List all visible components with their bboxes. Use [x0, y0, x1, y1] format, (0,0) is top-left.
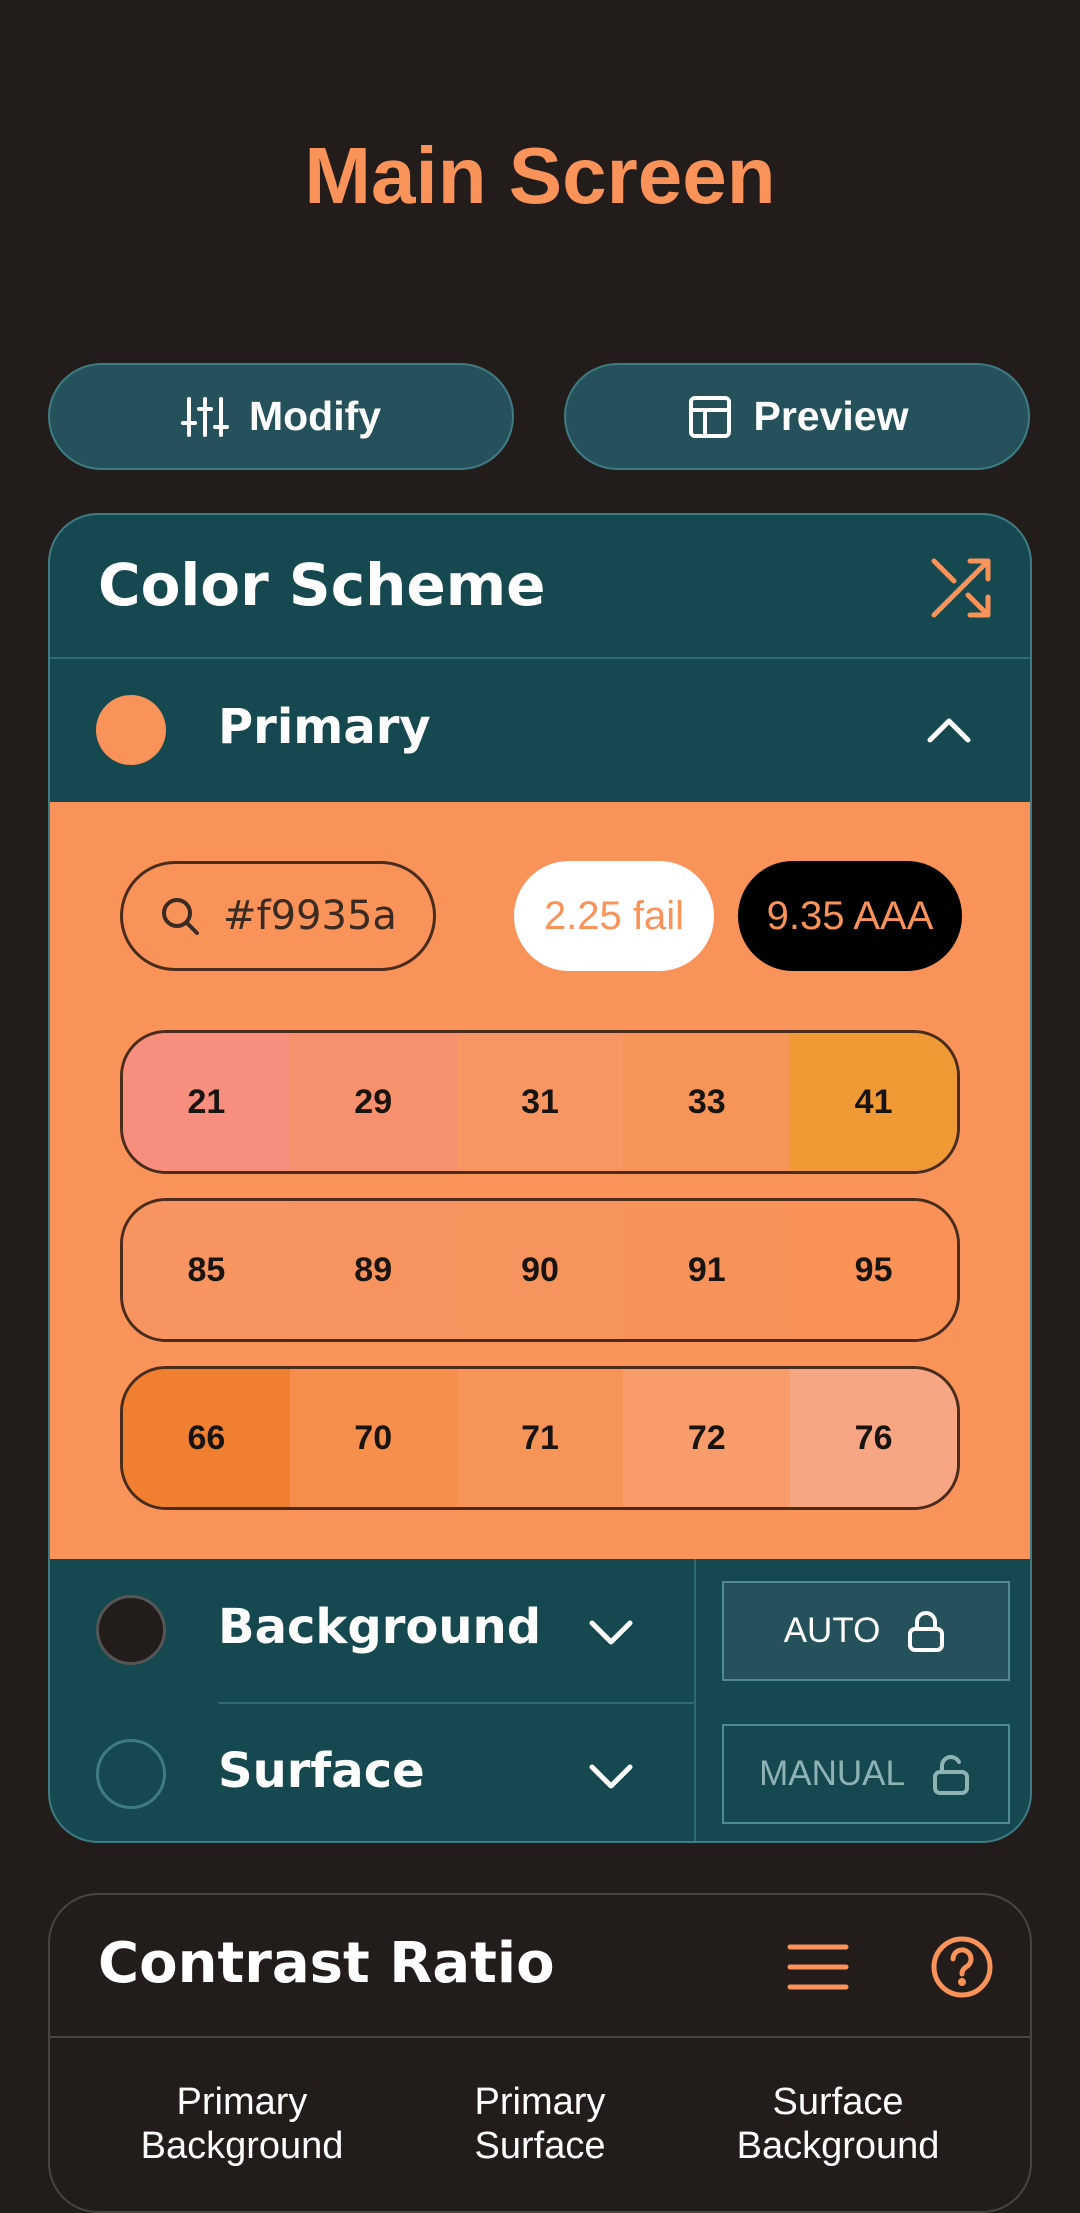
- hex-search-field[interactable]: #f9935a: [120, 861, 436, 971]
- tone-swatch[interactable]: 85: [123, 1201, 290, 1339]
- hex-value: #f9935a: [223, 893, 397, 939]
- primary-panel: #f9935a 2.25 fail 9.35 AAA 21 29 31 33 41 85…: [50, 802, 1030, 1559]
- background-auto-lock-button[interactable]: AUTO: [722, 1581, 1010, 1681]
- background-swatch: [96, 1595, 166, 1665]
- tone-swatch[interactable]: 66: [123, 1369, 290, 1507]
- tone-swatch[interactable]: 90: [456, 1201, 624, 1339]
- column-line1: Primary: [176, 2081, 308, 2123]
- color-scheme-header: Color Scheme: [50, 515, 1030, 659]
- surface-manual-lock-button[interactable]: MANUAL: [722, 1724, 1010, 1824]
- surface-swatch: [96, 1739, 166, 1809]
- chevron-down-icon[interactable]: [586, 1751, 636, 1801]
- contrast-column: Primary Surface: [410, 2080, 670, 2168]
- lock-icon: [908, 1611, 945, 1652]
- contrast-black-badge: 9.35 AAA: [738, 861, 962, 971]
- column-divider: [694, 1559, 696, 1841]
- primary-label: Primary: [218, 699, 431, 755]
- tone-swatch[interactable]: 71: [456, 1369, 624, 1507]
- tone-swatch[interactable]: 95: [790, 1201, 957, 1339]
- tone-swatch[interactable]: 41: [790, 1033, 957, 1171]
- column-line1: Primary: [474, 2081, 606, 2123]
- tone-row-2: 85 89 90 91 95: [120, 1198, 960, 1342]
- unlock-icon: [932, 1755, 969, 1795]
- chevron-up-icon[interactable]: [924, 705, 974, 755]
- auto-label: AUTO: [783, 1611, 881, 1650]
- menu-icon[interactable]: [786, 1939, 850, 1995]
- manual-label: MANUAL: [759, 1754, 905, 1793]
- column-line2: Background: [736, 2125, 940, 2167]
- contrast-ratio-card: Contrast Ratio Primary Background Primar…: [48, 1893, 1032, 2213]
- color-scheme-title: Color Scheme: [98, 551, 546, 619]
- tone-row-1: 21 29 31 33 41: [120, 1030, 960, 1174]
- background-label: Background: [218, 1599, 542, 1655]
- page-title: Main Screen: [304, 131, 776, 220]
- tone-swatch[interactable]: 29: [289, 1033, 457, 1171]
- primary-row[interactable]: Primary: [50, 659, 1030, 802]
- search-icon: [162, 898, 199, 935]
- tone-swatch[interactable]: 76: [790, 1369, 957, 1507]
- contrast-ratio-title: Contrast Ratio: [98, 1931, 555, 1996]
- column-line2: Background: [140, 2125, 344, 2167]
- contrast-ratio-header: Contrast Ratio: [50, 1895, 1030, 2038]
- column-line2: Surface: [474, 2125, 606, 2167]
- help-icon[interactable]: [930, 1935, 994, 1999]
- tone-swatch[interactable]: 72: [623, 1369, 791, 1507]
- column-line1: Surface: [772, 2081, 904, 2123]
- tone-swatch[interactable]: 33: [623, 1033, 791, 1171]
- modify-button[interactable]: Modify: [48, 363, 514, 470]
- surface-label: Surface: [218, 1743, 425, 1799]
- preview-label: Preview: [753, 393, 909, 439]
- tone-row-3: 66 70 71 72 76: [120, 1366, 960, 1510]
- contrast-column: Surface Background: [708, 2080, 968, 2168]
- tone-swatch[interactable]: 21: [123, 1033, 290, 1171]
- tone-swatch[interactable]: 91: [623, 1201, 791, 1339]
- sliders-icon: [180, 396, 229, 437]
- contrast-column: Primary Background: [112, 2080, 372, 2168]
- color-scheme-card: Color Scheme Primary #f9935a 2.25 fail 9…: [48, 513, 1032, 1843]
- contrast-white-badge: 2.25 fail: [514, 861, 714, 971]
- layout-icon: [688, 395, 731, 438]
- preview-button[interactable]: Preview: [564, 363, 1030, 470]
- tone-swatch[interactable]: 89: [289, 1201, 457, 1339]
- primary-swatch: [96, 695, 166, 765]
- shuffle-icon[interactable]: [930, 557, 992, 619]
- modify-label: Modify: [248, 393, 382, 439]
- tone-swatch[interactable]: 70: [289, 1369, 457, 1507]
- chevron-down-icon[interactable]: [586, 1607, 636, 1657]
- tone-swatch[interactable]: 31: [456, 1033, 624, 1171]
